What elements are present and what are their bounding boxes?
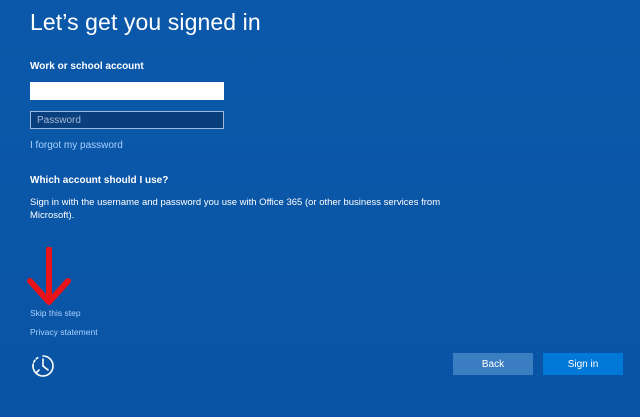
ease-of-access-icon[interactable] <box>30 353 56 379</box>
arrow-down-icon <box>27 247 71 305</box>
password-input[interactable] <box>30 111 224 129</box>
back-button[interactable]: Back <box>453 353 533 375</box>
sign-in-button[interactable]: Sign in <box>543 353 623 375</box>
skip-step-link[interactable]: Skip this step <box>30 308 81 318</box>
account-input[interactable] <box>30 82 224 100</box>
forgot-password-link[interactable]: I forgot my password <box>30 140 123 151</box>
sign-in-page: Let’s get you signed in Work or school a… <box>0 0 640 417</box>
help-text: Sign in with the username and password y… <box>30 197 441 221</box>
account-label: Work or school account <box>30 61 144 72</box>
privacy-statement-link[interactable]: Privacy statement <box>30 327 98 337</box>
page-title: Let’s get you signed in <box>30 9 261 35</box>
help-heading: Which account should I use? <box>30 175 169 186</box>
